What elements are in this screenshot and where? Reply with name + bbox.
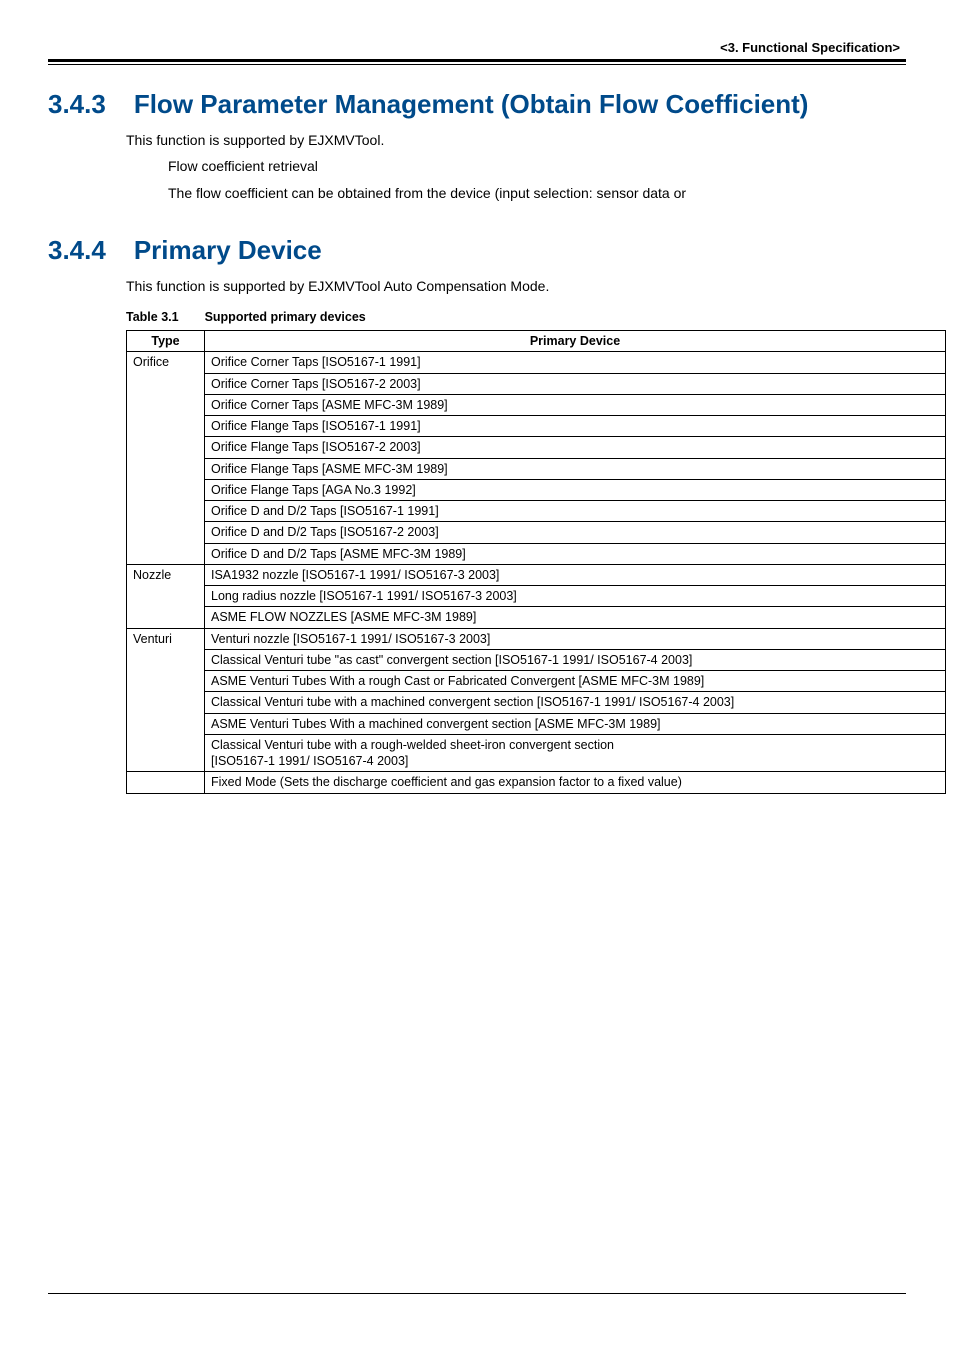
table-row: ASME Venturi Tubes With a machined conve… [127,713,946,734]
table-row: Orifice D and D/2 Taps [ISO5167-1 1991] [127,501,946,522]
section1-line2: Flow coefficient retrieval [168,156,906,176]
table-row: Orifice Flange Taps [ASME MFC-3M 1989] [127,458,946,479]
primary-device-table: Type Primary Device OrificeOrifice Corne… [126,330,946,794]
table-caption-number: Table 3.1 [126,310,179,324]
section-heading-344: 3.4.4 Primary Device [48,235,906,266]
device-cell: Classical Venturi tube with a rough-weld… [205,734,946,772]
table-caption-text: Supported primary devices [205,310,366,324]
device-cell: Long radius nozzle [ISO5167-1 1991/ ISO5… [205,586,946,607]
type-cell: Venturi [127,628,205,772]
device-cell: Orifice D and D/2 Taps [ASME MFC-3M 1989… [205,543,946,564]
section-title: Flow Parameter Management (Obtain Flow C… [134,89,809,119]
device-cell: Venturi nozzle [ISO5167-1 1991/ ISO5167-… [205,628,946,649]
table-row: Orifice Flange Taps [ISO5167-1 1991] [127,416,946,437]
table-row: VenturiVenturi nozzle [ISO5167-1 1991/ I… [127,628,946,649]
table-row: Classical Venturi tube with a machined c… [127,692,946,713]
table-row: Orifice D and D/2 Taps [ISO5167-2 2003] [127,522,946,543]
table-caption: Table 3.1 Supported primary devices [126,310,906,324]
section-heading-343: 3.4.3 Flow Parameter Management (Obtain F… [48,89,906,120]
table-row: Fixed Mode (Sets the discharge coefficie… [127,772,946,793]
table-row: Classical Venturi tube "as cast" converg… [127,649,946,670]
table-row: ASME FLOW NOZZLES [ASME MFC-3M 1989] [127,607,946,628]
header-rule-thick [48,59,906,62]
device-cell: Orifice D and D/2 Taps [ISO5167-1 1991] [205,501,946,522]
section-title: Primary Device [134,235,322,265]
col-header-type: Type [127,331,205,352]
table-row: Long radius nozzle [ISO5167-1 1991/ ISO5… [127,586,946,607]
table-header-row: Type Primary Device [127,331,946,352]
device-cell: Orifice Corner Taps [ASME MFC-3M 1989] [205,394,946,415]
section1-line1: This function is supported by EJXMVTool. [126,130,906,150]
device-cell: Orifice Corner Taps [ISO5167-2 2003] [205,373,946,394]
table-row: Orifice Flange Taps [ISO5167-2 2003] [127,437,946,458]
header-chapter: <3. Functional Specification> [720,40,900,55]
device-cell: Orifice D and D/2 Taps [ISO5167-2 2003] [205,522,946,543]
col-header-device: Primary Device [205,331,946,352]
section1-line3: The flow coefficient can be obtained fro… [168,183,906,203]
type-cell: Nozzle [127,564,205,628]
section-number: 3.4.3 [48,89,106,120]
device-cell: Fixed Mode (Sets the discharge coefficie… [205,772,946,793]
device-cell: ISA1932 nozzle [ISO5167-1 1991/ ISO5167-… [205,564,946,585]
device-cell: Classical Venturi tube with a machined c… [205,692,946,713]
table-row: OrificeOrifice Corner Taps [ISO5167-1 19… [127,352,946,373]
type-cell: Orifice [127,352,205,565]
device-cell: Orifice Flange Taps [ASME MFC-3M 1989] [205,458,946,479]
type-cell [127,772,205,793]
device-cell: ASME FLOW NOZZLES [ASME MFC-3M 1989] [205,607,946,628]
section2-line1: This function is supported by EJXMVTool … [126,276,906,296]
header-rule-thin [48,64,906,65]
footer-rule [48,1293,906,1294]
device-cell: ASME Venturi Tubes With a rough Cast or … [205,671,946,692]
device-cell: Orifice Flange Taps [AGA No.3 1992] [205,479,946,500]
table-row: NozzleISA1932 nozzle [ISO5167-1 1991/ IS… [127,564,946,585]
device-cell: Classical Venturi tube "as cast" converg… [205,649,946,670]
table-row: Orifice Corner Taps [ISO5167-2 2003] [127,373,946,394]
table-row: ASME Venturi Tubes With a rough Cast or … [127,671,946,692]
section-number: 3.4.4 [48,235,106,266]
table-row: Orifice Flange Taps [AGA No.3 1992] [127,479,946,500]
table-row: Orifice D and D/2 Taps [ASME MFC-3M 1989… [127,543,946,564]
device-cell: ASME Venturi Tubes With a machined conve… [205,713,946,734]
table-row: Orifice Corner Taps [ASME MFC-3M 1989] [127,394,946,415]
device-cell: Orifice Flange Taps [ISO5167-2 2003] [205,437,946,458]
device-cell: Orifice Corner Taps [ISO5167-1 1991] [205,352,946,373]
device-cell: Orifice Flange Taps [ISO5167-1 1991] [205,416,946,437]
table-row: Classical Venturi tube with a rough-weld… [127,734,946,772]
